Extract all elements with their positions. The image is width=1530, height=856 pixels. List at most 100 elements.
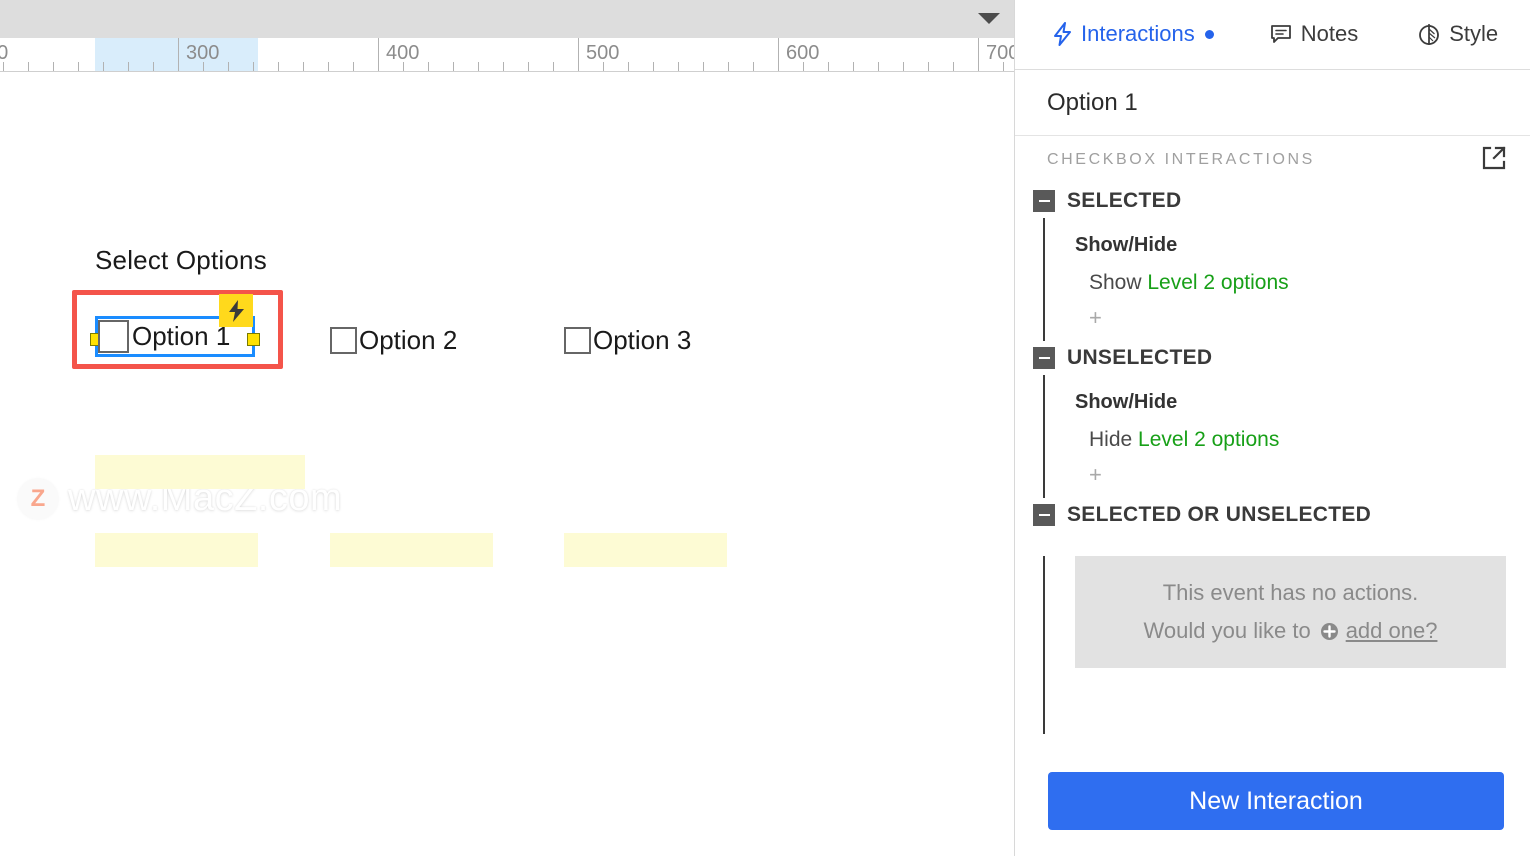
ruler-major-tick bbox=[978, 38, 979, 71]
canvas-topbar bbox=[0, 0, 1014, 38]
event-name: SELECTED OR UNSELECTED bbox=[1067, 503, 1372, 526]
design-canvas[interactable]: 00300400500600700 Select Options Option … bbox=[0, 0, 1014, 856]
event-header[interactable]: UNSELECTED bbox=[1015, 341, 1530, 375]
ruler-minor-tick bbox=[828, 62, 829, 71]
page-title: Select Options bbox=[95, 245, 267, 275]
selected-object-bar: Option 1 bbox=[1015, 70, 1530, 136]
add-action-button[interactable]: + bbox=[1075, 452, 1103, 498]
collapse-toggle-icon[interactable] bbox=[1033, 190, 1055, 212]
action-group-name: Show/Hide bbox=[1075, 234, 1178, 256]
ruler-minor-tick bbox=[228, 62, 229, 71]
action-row[interactable]: Show Level 2 options bbox=[1075, 257, 1530, 295]
placeholder-block bbox=[95, 533, 258, 567]
checkbox-label: Option 1 bbox=[132, 321, 231, 351]
ruler-minor-tick bbox=[403, 62, 404, 71]
watermark-logo-icon: Z bbox=[18, 478, 58, 519]
ruler-minor-tick bbox=[928, 62, 929, 71]
chevron-down-icon[interactable] bbox=[978, 13, 1000, 24]
ruler-minor-tick bbox=[953, 62, 954, 71]
ruler-minor-tick bbox=[28, 62, 29, 71]
ruler-minor-tick bbox=[303, 62, 304, 71]
ruler-selection-highlight bbox=[95, 38, 258, 71]
tab-interactions[interactable]: Interactions bbox=[1047, 0, 1220, 68]
action-group-name: Show/Hide bbox=[1075, 391, 1178, 413]
tab-label: Interactions bbox=[1081, 21, 1195, 46]
ruler-minor-tick bbox=[628, 62, 629, 71]
checkbox-option-1[interactable]: Option 1 bbox=[98, 320, 230, 353]
event-name: UNSELECTED bbox=[1067, 346, 1213, 369]
ruler-major-tick bbox=[778, 38, 779, 71]
event-body: Show/Hide Hide Level 2 options + bbox=[1043, 375, 1530, 498]
event-group-selected-or-unselected: SELECTED OR UNSELECTED This event has no… bbox=[1015, 498, 1530, 734]
ruler-minor-tick bbox=[528, 62, 529, 71]
tab-modified-dot bbox=[1204, 29, 1214, 39]
ruler-major-tick bbox=[178, 38, 179, 71]
ruler-minor-tick bbox=[803, 62, 804, 71]
event-group-selected: SELECTED Show/Hide Show Level 2 options … bbox=[1015, 184, 1530, 341]
new-interaction-button[interactable]: New Interaction bbox=[1048, 772, 1504, 830]
ruler-minor-tick bbox=[753, 62, 754, 71]
ruler-minor-tick bbox=[878, 62, 879, 71]
add-action-button[interactable]: + bbox=[1075, 295, 1103, 341]
event-header[interactable]: SELECTED OR UNSELECTED bbox=[1015, 498, 1530, 532]
add-one-link[interactable]: add one? bbox=[1346, 618, 1438, 644]
section-title: CHECKBOX INTERACTIONS bbox=[1047, 151, 1315, 168]
selected-object-name: Option 1 bbox=[1047, 88, 1138, 116]
ruler-major-tick bbox=[378, 38, 379, 71]
checkbox-label: Option 3 bbox=[593, 325, 692, 355]
event-header[interactable]: SELECTED bbox=[1015, 184, 1530, 218]
plus-circle-icon[interactable] bbox=[1320, 622, 1339, 641]
ruler-minor-tick bbox=[603, 62, 604, 71]
ruler-minor-tick bbox=[428, 62, 429, 71]
empty-state-prompt: Would you like to add one? bbox=[1144, 618, 1438, 644]
ruler-minor-tick bbox=[253, 62, 254, 71]
action-target[interactable]: Level 2 options bbox=[1138, 428, 1279, 451]
ruler-minor-tick bbox=[853, 62, 854, 71]
placeholder-block bbox=[564, 533, 727, 567]
tab-style[interactable]: Style bbox=[1412, 0, 1504, 68]
tab-label: Notes bbox=[1300, 21, 1359, 46]
collapse-toggle-icon[interactable] bbox=[1033, 504, 1055, 526]
lightning-bolt-icon[interactable] bbox=[219, 294, 253, 327]
event-body-empty: This event has no actions. Would you lik… bbox=[1043, 556, 1530, 734]
collapse-toggle-icon[interactable] bbox=[1033, 347, 1055, 369]
ruler-label: 00 bbox=[0, 42, 8, 65]
horizontal-ruler[interactable]: 00300400500600700 bbox=[0, 38, 1014, 72]
action-verb: Show bbox=[1089, 271, 1142, 294]
event-name: SELECTED bbox=[1067, 189, 1182, 212]
event-group-unselected: UNSELECTED Show/Hide Hide Level 2 option… bbox=[1015, 341, 1530, 498]
ruler-minor-tick bbox=[653, 62, 654, 71]
ruler-minor-tick bbox=[153, 62, 154, 71]
artboard[interactable]: Select Options Option 1 Option 2 Option … bbox=[0, 72, 1014, 856]
checkbox-option-2[interactable]: Option 2 bbox=[330, 325, 457, 356]
empty-state-message: This event has no actions. bbox=[1162, 580, 1419, 605]
inspector-panel: Interactions Notes Style Option 1 CHECKB… bbox=[1014, 0, 1530, 856]
tab-label: Style bbox=[1449, 21, 1499, 46]
checkbox-label: Option 2 bbox=[359, 325, 458, 355]
ruler-minor-tick bbox=[128, 62, 129, 71]
checkbox-box-icon[interactable] bbox=[564, 327, 591, 354]
placeholder-block bbox=[95, 455, 305, 489]
external-link-icon[interactable] bbox=[1480, 144, 1508, 177]
checkbox-box-icon[interactable] bbox=[330, 327, 357, 354]
event-body: Show/Hide Show Level 2 options + bbox=[1043, 218, 1530, 341]
action-target[interactable]: Level 2 options bbox=[1147, 271, 1288, 294]
ruler-major-tick bbox=[578, 38, 579, 71]
speech-bubble-icon bbox=[1270, 23, 1292, 45]
ruler-minor-tick bbox=[728, 62, 729, 71]
ruler-minor-tick bbox=[453, 62, 454, 71]
empty-state-box: This event has no actions. Would you lik… bbox=[1075, 556, 1506, 668]
ruler-minor-tick bbox=[1003, 62, 1004, 71]
ruler-minor-tick bbox=[353, 62, 354, 71]
checkbox-option-3[interactable]: Option 3 bbox=[564, 325, 691, 356]
ruler-minor-tick bbox=[78, 62, 79, 71]
ruler-minor-tick bbox=[553, 62, 554, 71]
ruler-minor-tick bbox=[278, 62, 279, 71]
checkbox-box-icon[interactable] bbox=[98, 320, 129, 353]
placeholder-block bbox=[330, 533, 493, 567]
tab-notes[interactable]: Notes bbox=[1264, 0, 1364, 68]
action-verb: Hide bbox=[1089, 428, 1133, 451]
action-row[interactable]: Hide Level 2 options bbox=[1075, 414, 1530, 452]
ruler-minor-tick bbox=[503, 62, 504, 71]
resize-handle-right[interactable] bbox=[247, 333, 260, 346]
